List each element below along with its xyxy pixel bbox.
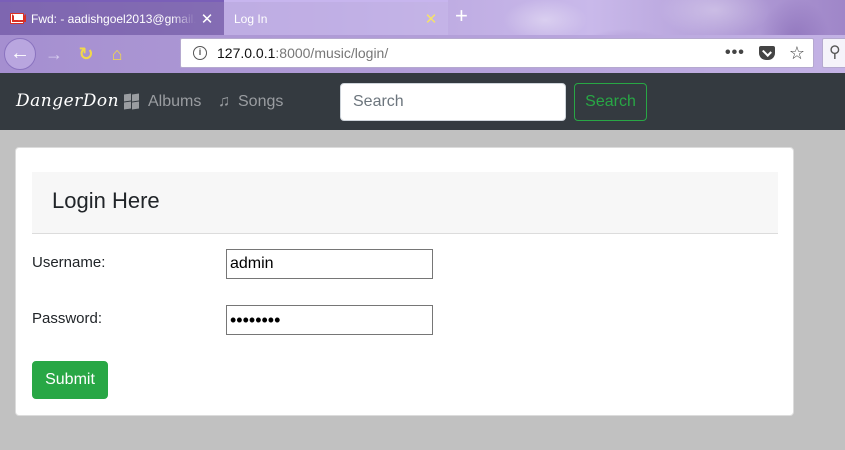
url-bar[interactable]: i 127.0.0.1:8000/music/login/ ••• ☆ [180,38,814,68]
username-label: Username: [32,254,106,271]
music-note-icon: ♫ [218,93,230,110]
close-tab-icon[interactable]: ✕ [196,10,218,28]
nav-albums-label: Albums [148,93,202,110]
arrow-left-icon: ← [10,42,30,64]
close-tab-icon[interactable]: ✕ [420,10,442,28]
url-path: :8000/music/login/ [275,45,389,61]
nav-songs-label: Songs [238,93,284,110]
site-navbar: DangerDon Albums ♫ Songs Search [0,73,845,130]
login-card: Login Here Username: Password: Submit [15,147,794,416]
arrow-right-icon: → [45,44,63,64]
site-search-input[interactable] [340,83,566,121]
url-bar-actions: ••• ☆ [725,43,813,64]
back-button[interactable]: ← [4,38,36,70]
browser-toolbar: ← → ↻ ⌂ i 127.0.0.1:8000/music/login/ ••… [0,35,845,73]
nav-albums-link[interactable]: Albums [124,93,201,111]
tab-title: Log In [234,11,268,26]
bookmark-star-icon[interactable]: ☆ [789,43,805,64]
site-search-button[interactable]: Search [574,83,647,121]
new-tab-button[interactable]: + [455,3,468,29]
tab-title: Fwd: - aadishgoel2013@gmail.c [31,11,196,26]
page-actions-icon[interactable]: ••• [725,44,745,62]
login-card-header: Login Here [32,172,778,234]
password-field[interactable] [226,305,433,335]
theme-decoration [465,0,845,35]
nav-songs-link[interactable]: ♫ Songs [218,93,283,111]
home-button[interactable]: ⌂ [105,39,129,69]
albums-icon [124,93,140,110]
home-icon: ⌂ [111,44,123,64]
username-field[interactable] [226,249,433,279]
search-icon: ⚲ [829,44,841,61]
page-title: Login Here [52,188,160,213]
password-label: Password: [32,310,103,327]
url-host: 127.0.0.1 [217,45,276,61]
forward-button[interactable]: → [42,39,66,69]
info-icon[interactable]: i [193,46,207,60]
gmail-icon [10,13,24,24]
pocket-icon[interactable] [758,46,775,60]
submit-button[interactable]: Submit [32,361,108,399]
tab-login[interactable]: Log In ✕ [224,0,448,35]
browser-tab-bar: Fwd: - aadishgoel2013@gmail.c ✕ Log In ✕… [0,0,845,35]
reload-button[interactable]: ↻ [74,39,98,69]
tab-gmail[interactable]: Fwd: - aadishgoel2013@gmail.c ✕ [0,0,224,35]
site-brand[interactable]: DangerDon [16,91,119,111]
browser-search-box[interactable]: ⚲ [822,38,845,68]
reload-icon: ↻ [78,44,94,64]
